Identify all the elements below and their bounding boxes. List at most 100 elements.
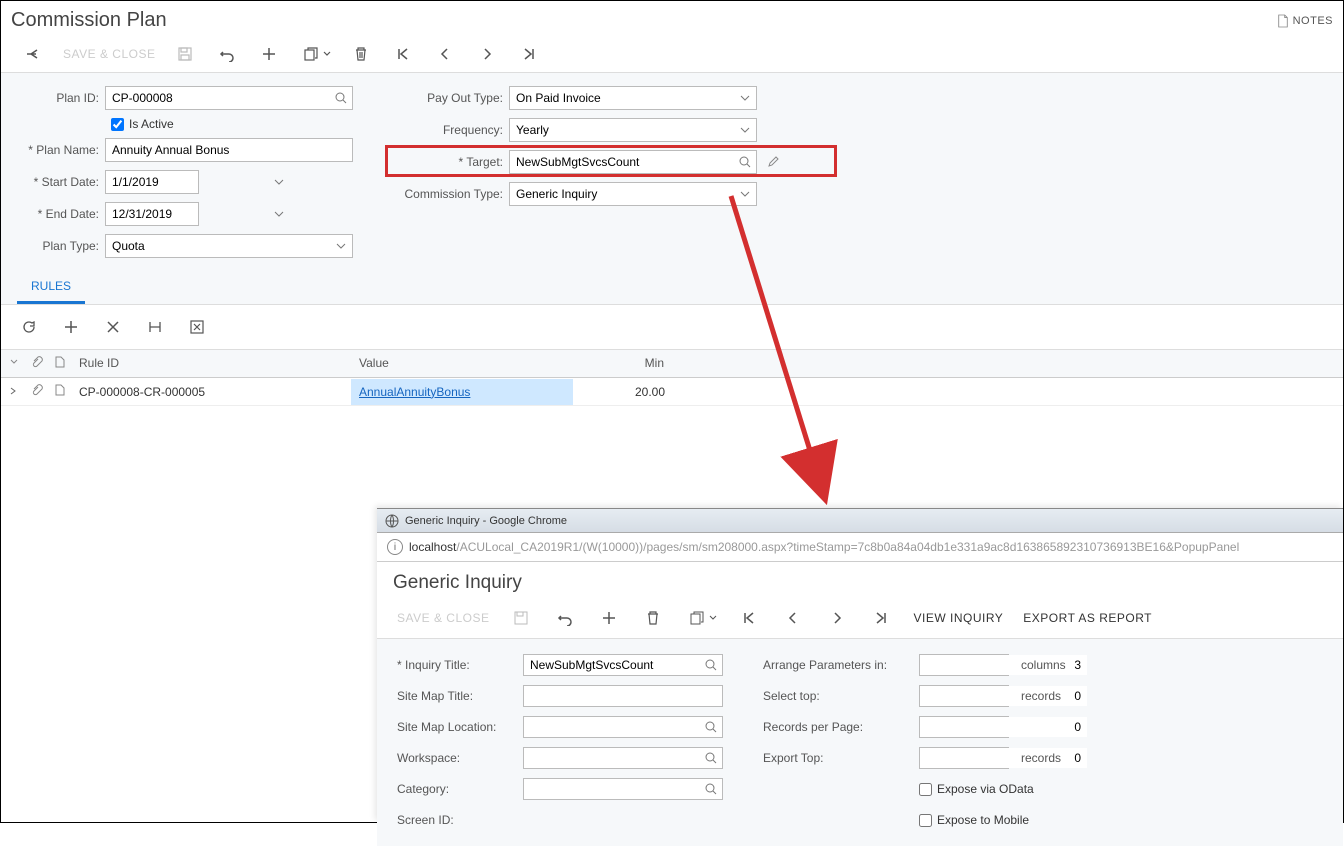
end-date-field[interactable] xyxy=(105,202,199,226)
plan-id-input[interactable] xyxy=(106,87,330,109)
plan-id-label: Plan ID: xyxy=(17,91,99,105)
workspace-input[interactable] xyxy=(524,748,700,768)
info-icon[interactable]: i xyxy=(387,539,403,555)
site-map-location-input[interactable] xyxy=(524,717,700,737)
chevron-down-icon[interactable] xyxy=(273,208,285,220)
chevron-down-icon[interactable] xyxy=(273,176,285,188)
gi-next-button[interactable] xyxy=(825,606,849,630)
export-top-field[interactable] xyxy=(919,747,1009,769)
attachment-icon[interactable] xyxy=(23,378,47,405)
undo-button[interactable] xyxy=(215,42,239,66)
plan-id-field[interactable] xyxy=(105,86,353,110)
value-cell[interactable]: AnnualAnnuityBonus xyxy=(351,379,573,405)
gi-last-button[interactable] xyxy=(869,606,893,630)
table-row[interactable]: CP-000008-CR-000005 AnnualAnnuityBonus 2… xyxy=(1,378,1343,406)
plan-type-field[interactable] xyxy=(105,234,353,258)
search-icon[interactable] xyxy=(330,92,352,104)
back-button[interactable] xyxy=(21,42,45,66)
commission-type-input[interactable] xyxy=(510,183,734,205)
start-date-input[interactable] xyxy=(106,171,273,193)
pay-out-field[interactable] xyxy=(509,86,757,110)
chevron-down-icon[interactable] xyxy=(734,92,756,104)
delete-button[interactable] xyxy=(349,42,373,66)
last-button[interactable] xyxy=(517,42,541,66)
chevron-down-icon[interactable] xyxy=(709,614,717,622)
notes-button[interactable]: NOTES xyxy=(1277,14,1333,28)
gi-undo-button[interactable] xyxy=(553,606,577,630)
chevron-down-icon[interactable] xyxy=(330,240,352,252)
site-map-title-field[interactable] xyxy=(523,685,723,707)
category-input[interactable] xyxy=(524,779,700,799)
next-button[interactable] xyxy=(475,42,499,66)
plan-name-input[interactable] xyxy=(106,139,352,161)
value-link[interactable]: AnnualAnnuityBonus xyxy=(359,385,470,399)
gi-add-button[interactable] xyxy=(597,606,621,630)
gi-prev-button[interactable] xyxy=(781,606,805,630)
gi-first-button[interactable] xyxy=(737,606,761,630)
gi-save-button[interactable] xyxy=(509,606,533,630)
plan-name-field[interactable] xyxy=(105,138,353,162)
view-inquiry-button[interactable]: VIEW INQUIRY xyxy=(913,611,1003,625)
tab-rules[interactable]: RULES xyxy=(17,271,85,304)
chevron-down-icon[interactable] xyxy=(323,50,331,58)
select-top-field[interactable] xyxy=(919,685,1009,707)
col-attachment[interactable] xyxy=(23,350,47,377)
search-icon[interactable] xyxy=(700,721,722,733)
records-page-input[interactable] xyxy=(920,717,1087,737)
category-field[interactable] xyxy=(523,778,723,800)
add-row-button[interactable] xyxy=(61,315,81,339)
frequency-field[interactable] xyxy=(509,118,757,142)
expose-odata-checkbox[interactable] xyxy=(919,783,932,796)
prev-button[interactable] xyxy=(433,42,457,66)
first-button[interactable] xyxy=(391,42,415,66)
search-icon[interactable] xyxy=(700,783,722,795)
expand-icon[interactable] xyxy=(1,379,23,405)
col-rule-id[interactable]: Rule ID xyxy=(71,350,351,377)
fit-button[interactable] xyxy=(145,315,165,339)
refresh-button[interactable] xyxy=(19,315,39,339)
save-close-button[interactable]: SAVE & CLOSE xyxy=(63,47,155,61)
frequency-input[interactable] xyxy=(510,119,734,141)
export-button[interactable] xyxy=(187,315,207,339)
start-date-field[interactable] xyxy=(105,170,199,194)
plan-type-input[interactable] xyxy=(106,235,330,257)
export-report-button[interactable]: EXPORT AS REPORT xyxy=(1023,611,1152,625)
chevron-down-icon[interactable] xyxy=(734,188,756,200)
workspace-field[interactable] xyxy=(523,747,723,769)
expose-mobile-checkbox[interactable] xyxy=(919,814,932,827)
export-top-label: Export Top: xyxy=(763,751,913,765)
records-page-field[interactable] xyxy=(919,716,1009,738)
save-button[interactable] xyxy=(173,42,197,66)
form-area: Plan ID: Is Active Plan Name: Start Date… xyxy=(1,73,1343,305)
chrome-address-bar[interactable]: i localhost/ACULocal_CA2019R1/(W(10000))… xyxy=(377,533,1343,562)
commission-type-field[interactable] xyxy=(509,182,757,206)
delete-row-button[interactable] xyxy=(103,315,123,339)
search-icon[interactable] xyxy=(700,659,722,671)
gi-page-title: Generic Inquiry xyxy=(377,562,1343,598)
gi-save-close-button[interactable]: SAVE & CLOSE xyxy=(397,611,489,625)
screen-id-label: Screen ID: xyxy=(397,813,517,827)
export-top-input[interactable] xyxy=(920,748,1087,768)
site-map-title-input[interactable] xyxy=(524,686,722,706)
chevron-down-icon[interactable] xyxy=(734,124,756,136)
is-active-checkbox[interactable] xyxy=(111,118,124,131)
doc-icon[interactable] xyxy=(47,378,71,405)
inquiry-title-input[interactable] xyxy=(524,655,700,675)
gi-delete-button[interactable] xyxy=(641,606,665,630)
copy-button[interactable] xyxy=(299,42,323,66)
select-top-input[interactable] xyxy=(920,686,1087,706)
site-map-location-field[interactable] xyxy=(523,716,723,738)
expose-odata-label: Expose via OData xyxy=(937,782,1034,796)
col-doc[interactable] xyxy=(47,350,71,377)
col-expand[interactable] xyxy=(1,350,23,377)
col-value[interactable]: Value xyxy=(351,350,573,377)
arrange-field[interactable] xyxy=(919,654,1009,676)
category-label: Category: xyxy=(397,782,517,796)
search-icon[interactable] xyxy=(700,752,722,764)
gi-copy-button[interactable] xyxy=(685,606,709,630)
col-min[interactable]: Min xyxy=(573,350,673,377)
end-date-input[interactable] xyxy=(106,203,273,225)
pay-out-input[interactable] xyxy=(510,87,734,109)
add-button[interactable] xyxy=(257,42,281,66)
inquiry-title-field[interactable] xyxy=(523,654,723,676)
